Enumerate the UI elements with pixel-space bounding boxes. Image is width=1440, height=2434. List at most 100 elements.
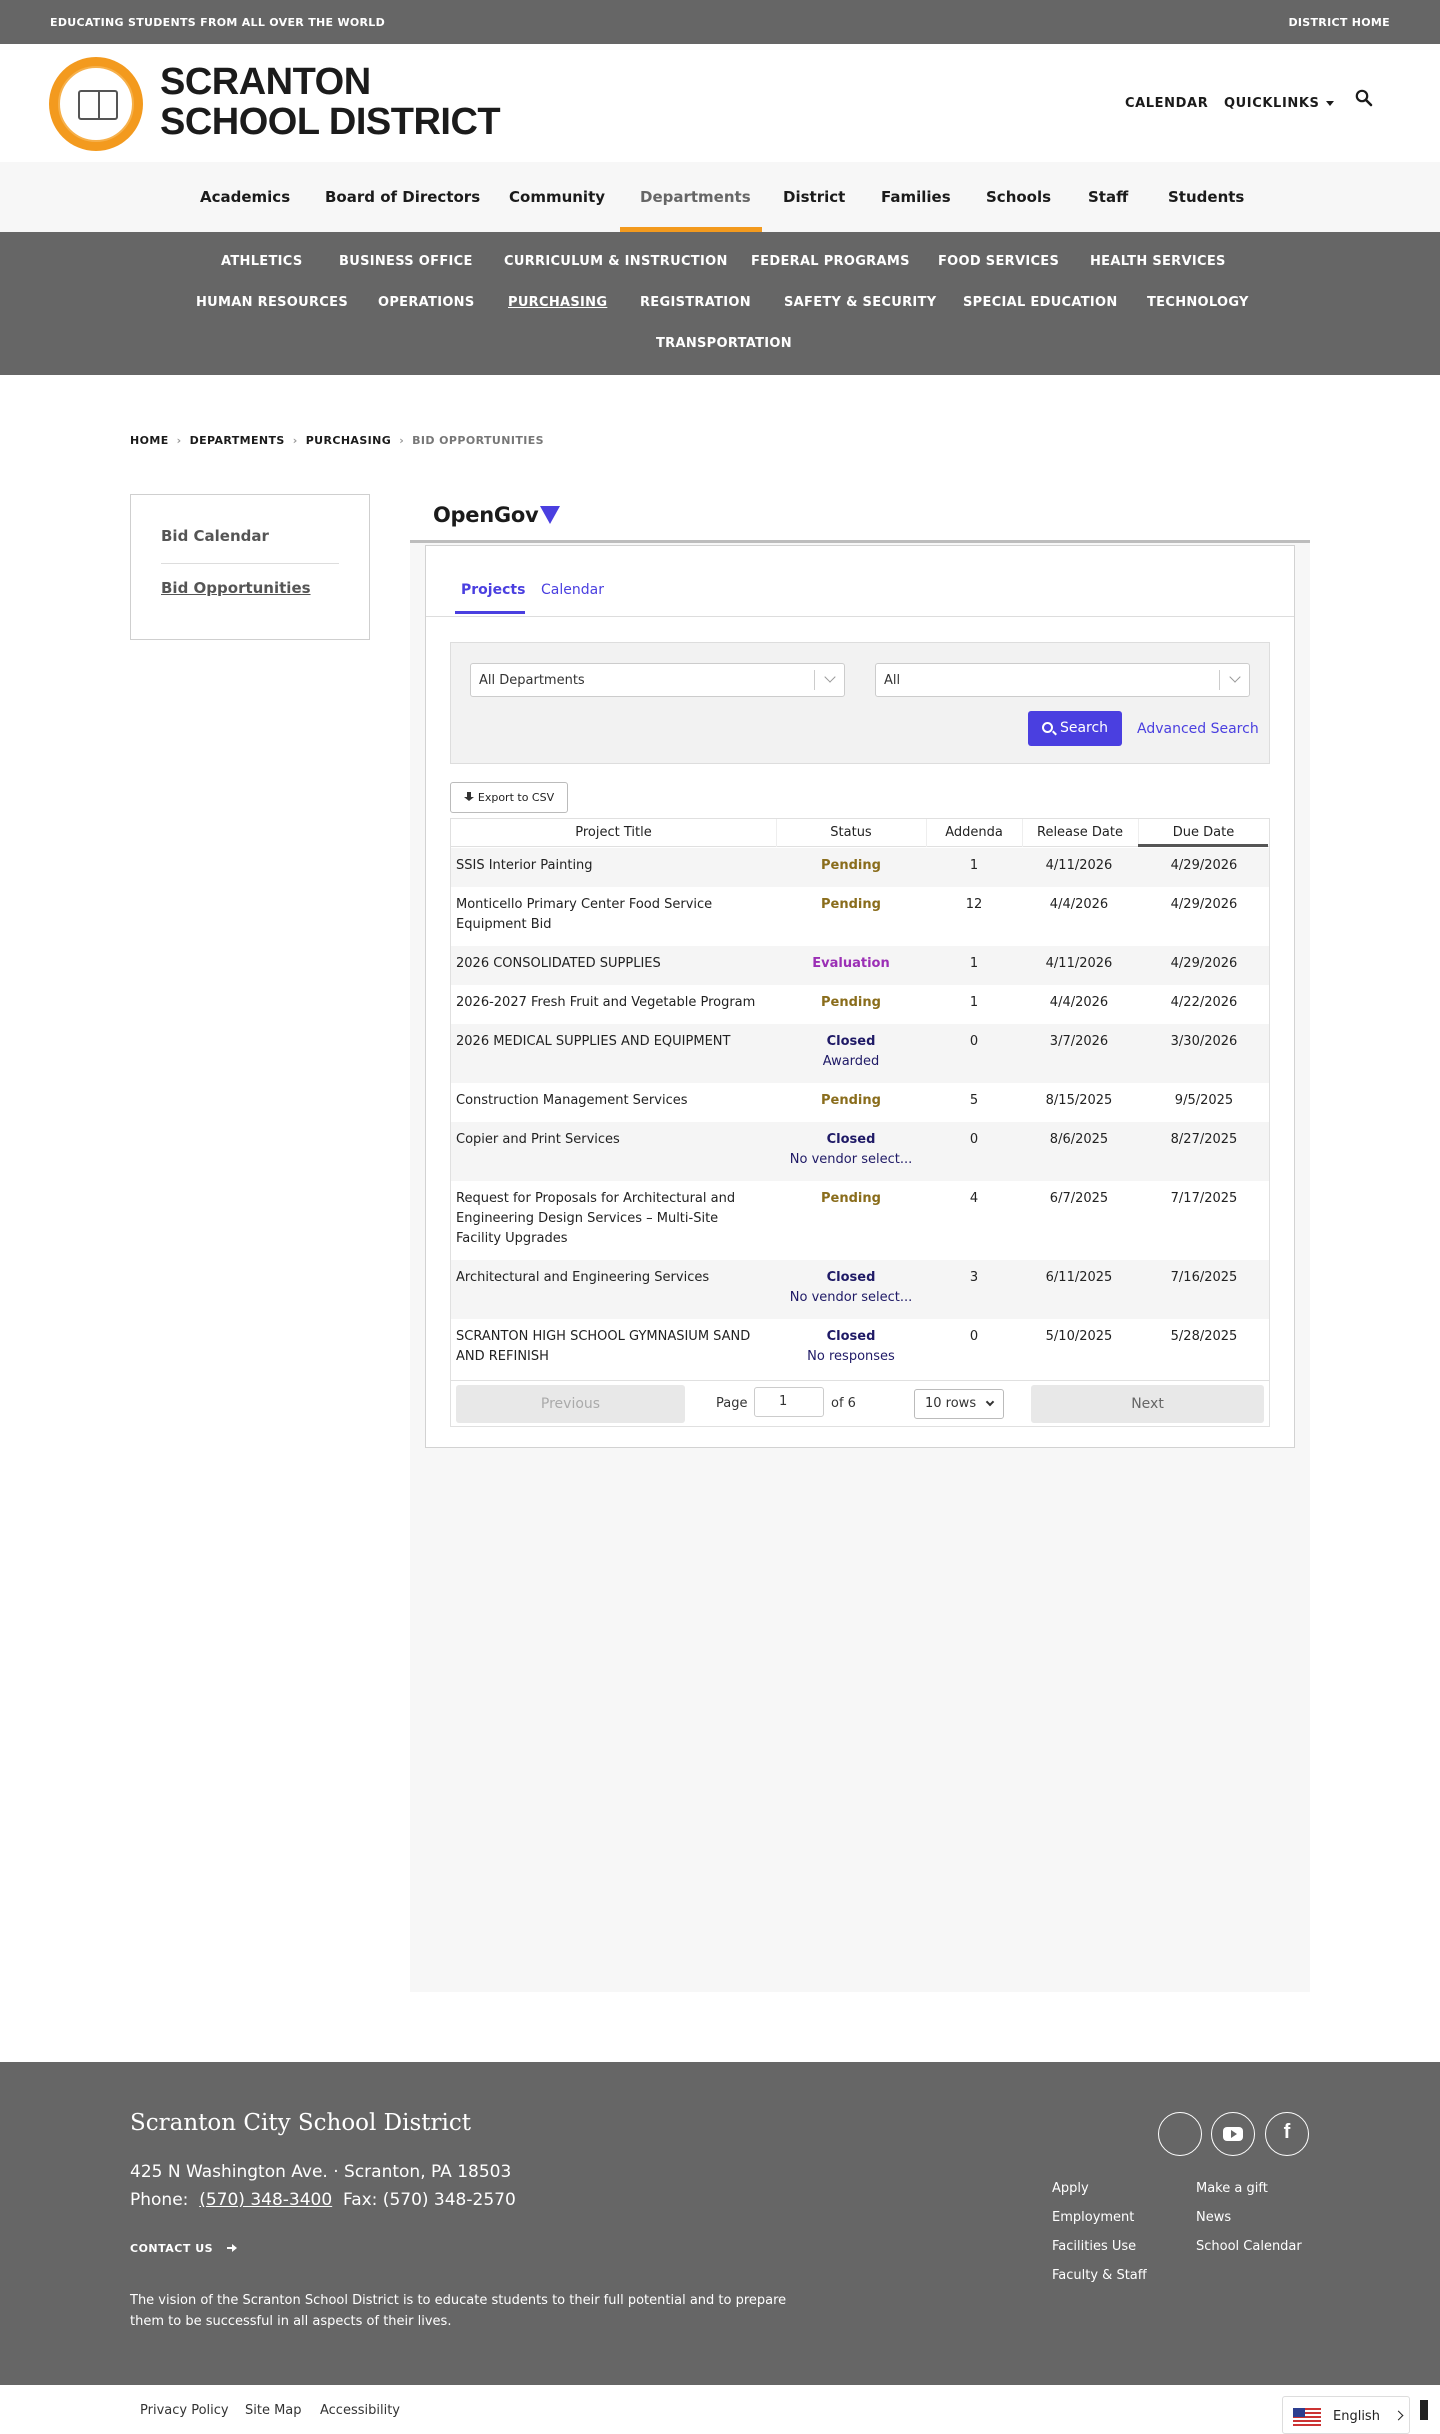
subnav-health-services[interactable]: HEALTH SERVICES: [1090, 254, 1226, 269]
subnav-operations[interactable]: OPERATIONS: [378, 295, 475, 310]
nav-community[interactable]: Community: [509, 188, 605, 206]
table-row[interactable]: Monticello Primary Center Food Service E…: [451, 887, 1269, 946]
footer-link-school-calendar[interactable]: School Calendar: [1196, 2239, 1302, 2254]
sidenav-bid-opportunities[interactable]: Bid Opportunities: [161, 579, 311, 597]
opengov-projects-panel: Projects Calendar All Departments All Se…: [425, 545, 1295, 1448]
row-status-label: Pending: [821, 995, 881, 1010]
sidenav-bid-calendar[interactable]: Bid Calendar: [161, 527, 269, 545]
row-addenda: 1: [969, 956, 979, 971]
table-row[interactable]: SCRANTON HIGH SCHOOL GYMNASIUM SAND AND …: [451, 1319, 1269, 1379]
table-row[interactable]: 2026-2027 Fresh Fruit and Vegetable Prog…: [451, 985, 1269, 1024]
nav-schools[interactable]: Schools: [986, 188, 1051, 206]
footer-link-news[interactable]: News: [1196, 2210, 1231, 2225]
col-status[interactable]: Status: [776, 825, 926, 840]
subnav-safety-security[interactable]: SAFETY & SECURITY: [784, 295, 936, 310]
language-panel-tab[interactable]: [1420, 2400, 1428, 2420]
subnav-registration[interactable]: REGISTRATION: [640, 295, 751, 310]
district-home-link[interactable]: DISTRICT HOME: [1288, 16, 1390, 29]
table-row[interactable]: SSIS Interior Painting Pending 1 4/11/20…: [451, 848, 1269, 887]
social-link-blank[interactable]: [1158, 2112, 1202, 2156]
rows-per-page-select[interactable]: 10 rows: [914, 1389, 1004, 1419]
facebook-link[interactable]: f: [1265, 2112, 1309, 2156]
table-row[interactable]: Copier and Print Services Closed No vendo…: [451, 1122, 1269, 1181]
department-select[interactable]: All Departments: [470, 663, 845, 697]
nav-district[interactable]: District: [783, 188, 845, 206]
status-select[interactable]: All: [875, 663, 1250, 697]
tab-calendar[interactable]: Calendar: [541, 582, 604, 598]
search-icon: [1041, 722, 1053, 733]
accessibility-link[interactable]: Accessibility: [320, 2403, 400, 2418]
subnav-transportation[interactable]: TRANSPORTATION: [656, 336, 792, 351]
district-logo-seal[interactable]: [49, 57, 143, 151]
nav-departments[interactable]: Departments: [640, 188, 751, 206]
row-addenda: 0: [969, 1132, 979, 1147]
breadcrumb-purchasing[interactable]: PURCHASING: [306, 434, 392, 447]
nav-students[interactable]: Students: [1168, 188, 1244, 206]
advanced-search-link[interactable]: Advanced Search: [1137, 721, 1259, 737]
footer-link-faculty-staff[interactable]: Faculty & Staff: [1052, 2268, 1147, 2283]
footer-phone-link[interactable]: (570) 348-3400: [199, 2190, 332, 2210]
row-due-date: 4/29/2026: [1170, 897, 1238, 912]
subnav-food-services[interactable]: FOOD SERVICES: [938, 254, 1059, 269]
col-due-date[interactable]: Due Date: [1138, 825, 1269, 840]
nav-academics[interactable]: Academics: [200, 188, 290, 206]
footer-vision-statement: The vision of the Scranton School Distri…: [130, 2293, 787, 2329]
breadcrumb-chevron-icon: ›: [292, 434, 298, 447]
top-utility-bar: EDUCATING STUDENTS FROM ALL OVER THE WOR…: [0, 0, 1440, 44]
site-map-link[interactable]: Site Map: [245, 2403, 302, 2418]
subnav-technology[interactable]: TECHNOLOGY: [1147, 295, 1249, 310]
footer-link-facilities-use[interactable]: Facilities Use: [1052, 2239, 1136, 2254]
col-project-title[interactable]: Project Title: [451, 825, 776, 840]
footer-fax: Fax: (570) 348-2570: [342, 2190, 516, 2210]
footer-link-apply[interactable]: Apply: [1052, 2181, 1089, 2196]
table-row[interactable]: 2026 CONSOLIDATED SUPPLIES Evaluation 1 …: [451, 946, 1269, 985]
privacy-policy-link[interactable]: Privacy Policy: [140, 2403, 229, 2418]
footer-link-employment[interactable]: Employment: [1052, 2210, 1134, 2225]
export-csv-button[interactable]: Export to CSV: [450, 782, 568, 813]
subnav-federal-programs[interactable]: FEDERAL PROGRAMS: [751, 254, 910, 269]
subnav-purchasing[interactable]: PURCHASING: [508, 295, 607, 310]
row-release-date: 4/11/2026: [1045, 858, 1113, 873]
row-status-detail: Awarded: [822, 1054, 880, 1069]
subnav-human-resources[interactable]: HUMAN RESOURCES: [196, 295, 348, 310]
row-status-label: Closed: [826, 1034, 876, 1049]
status-select-toggle: [1219, 670, 1249, 690]
col-addenda[interactable]: Addenda: [926, 825, 1022, 840]
nav-families[interactable]: Families: [881, 188, 951, 206]
subnav-curriculum-instruction[interactable]: CURRICULUM & INSTRUCTION: [504, 254, 728, 269]
tab-projects[interactable]: Projects: [461, 582, 525, 598]
site-name[interactable]: SCRANTON SCHOOL DISTRICT: [160, 62, 501, 142]
table-row[interactable]: Request for Proposals for Architectural …: [451, 1181, 1269, 1260]
table-row[interactable]: Construction Management Services Pending…: [451, 1083, 1269, 1122]
widget-divider: [410, 540, 1310, 543]
calendar-link[interactable]: CALENDAR: [1125, 96, 1208, 111]
breadcrumb-departments[interactable]: DEPARTMENTS: [190, 434, 285, 447]
youtube-link[interactable]: [1211, 2112, 1255, 2156]
search-button[interactable]: Search: [1028, 711, 1122, 746]
row-addenda: 5: [969, 1093, 979, 1108]
row-status-label: Pending: [821, 1191, 881, 1206]
row-status-label: Evaluation: [812, 956, 890, 971]
language-selector[interactable]: English: [1282, 2396, 1410, 2434]
row-release-date: 6/11/2025: [1045, 1270, 1113, 1285]
footer-link-make-a-gift[interactable]: Make a gift: [1196, 2181, 1268, 2196]
subnav-business-office[interactable]: BUSINESS OFFICE: [339, 254, 473, 269]
row-due-date: 9/5/2025: [1174, 1093, 1234, 1108]
nav-staff[interactable]: Staff: [1088, 188, 1128, 206]
subnav-athletics[interactable]: ATHLETICS: [221, 254, 303, 269]
table-row[interactable]: 2026 MEDICAL SUPPLIES AND EQUIPMENT Clos…: [451, 1024, 1269, 1083]
search-icon[interactable]: [1355, 89, 1373, 107]
subnav-special-education[interactable]: SPECIAL EDUCATION: [963, 295, 1118, 310]
nav-board-of-directors[interactable]: Board of Directors: [325, 188, 480, 206]
us-flag-icon: [1293, 2408, 1321, 2426]
page-number-input[interactable]: 1: [754, 1387, 824, 1417]
quicklinks-dropdown[interactable]: QUICKLINKS: [1224, 96, 1334, 111]
col-release-date[interactable]: Release Date: [1022, 825, 1138, 840]
table-row[interactable]: Architectural and Engineering Services C…: [451, 1260, 1269, 1319]
contact-us-link[interactable]: CONTACT US: [130, 2242, 238, 2255]
row-title: Architectural and Engineering Services: [456, 1270, 710, 1285]
next-page-button[interactable]: Next: [1031, 1385, 1264, 1423]
previous-page-button[interactable]: Previous: [456, 1385, 685, 1423]
row-title: SSIS Interior Painting: [456, 858, 593, 873]
breadcrumb-home[interactable]: HOME: [130, 434, 169, 447]
